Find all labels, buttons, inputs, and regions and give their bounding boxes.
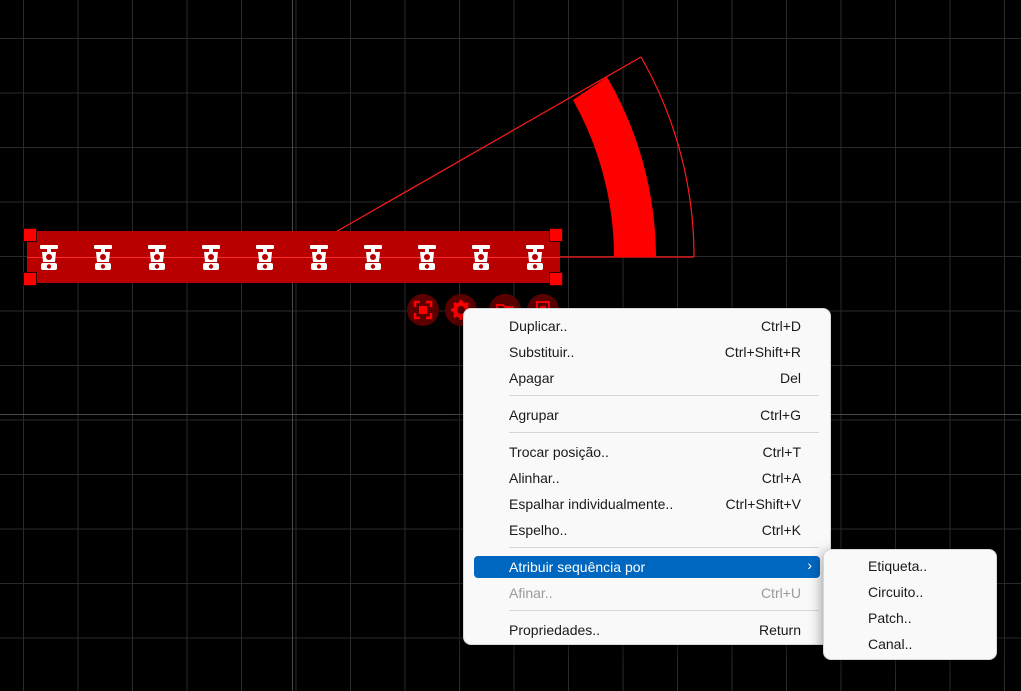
menu-item-atribuir-sequencia[interactable]: Atribuir sequência por ›: [474, 556, 820, 578]
menu-item-afinar[interactable]: Afinar.. Ctrl+U: [474, 582, 820, 604]
resize-handle-bottom-right[interactable]: [549, 272, 563, 286]
menu-item-label: Espalhar individualmente..: [509, 496, 674, 512]
menu-item-label: Afinar..: [509, 585, 553, 601]
menu-item-label: Substituir..: [509, 344, 575, 360]
resize-handle-top-left[interactable]: [23, 228, 37, 242]
menu-item-duplicar[interactable]: Duplicar.. Ctrl+D: [474, 315, 820, 337]
menu-item-label: Propriedades..: [509, 622, 601, 638]
moving-head-fixture-icon[interactable]: [146, 244, 168, 272]
context-menu: Duplicar.. Ctrl+D Substituir.. Ctrl+Shif…: [463, 308, 831, 645]
menu-item-espelho[interactable]: Espelho.. Ctrl+K: [474, 519, 820, 541]
menu-item-trocar-posicao[interactable]: Trocar posição.. Ctrl+T: [474, 441, 820, 463]
menu-item-label: Alinhar..: [509, 470, 560, 486]
menu-item-alinhar[interactable]: Alinhar.. Ctrl+A: [474, 467, 820, 489]
submenu-item-label: Patch..: [868, 610, 912, 626]
submenu-item-label: Circuito..: [868, 584, 924, 600]
submenu: Etiqueta.. Circuito.. Patch.. Canal..: [823, 549, 997, 660]
submenu-item-canal[interactable]: Canal..: [824, 633, 996, 655]
menu-item-label: Espelho..: [509, 522, 568, 538]
menu-item-label: Trocar posição..: [509, 444, 609, 460]
menu-item-shortcut: Ctrl+Shift+R: [724, 344, 801, 360]
menu-item-shortcut: Ctrl+U: [760, 585, 801, 601]
menu-item-shortcut: Ctrl+K: [761, 522, 801, 538]
menu-item-label: Agrupar: [509, 407, 559, 423]
moving-head-fixture-icon[interactable]: [200, 244, 222, 272]
menu-item-substituir[interactable]: Substituir.. Ctrl+Shift+R: [474, 341, 820, 363]
menu-item-shortcut: Ctrl+Shift+V: [725, 496, 801, 512]
moving-head-fixture-icon[interactable]: [470, 244, 492, 272]
menu-item-shortcut: Ctrl+A: [761, 470, 801, 486]
menu-item-label: Apagar: [509, 370, 555, 386]
submenu-item-etiqueta[interactable]: Etiqueta..: [824, 555, 996, 577]
menu-item-label: Duplicar..: [509, 318, 568, 334]
chevron-right-icon: ›: [807, 557, 812, 573]
menu-item-label: Atribuir sequência por: [509, 559, 646, 575]
menu-item-shortcut: Ctrl+D: [760, 318, 801, 334]
menu-separator: [509, 432, 819, 433]
moving-head-fixture-icon[interactable]: [524, 244, 546, 272]
menu-item-apagar[interactable]: Apagar Del: [474, 367, 820, 389]
fit-selection-icon: [413, 300, 433, 320]
menu-separator: [509, 547, 819, 548]
submenu-item-patch[interactable]: Patch..: [824, 607, 996, 629]
submenu-item-label: Etiqueta..: [868, 558, 928, 574]
submenu-item-circuito[interactable]: Circuito..: [824, 581, 996, 603]
moving-head-fixture-icon[interactable]: [254, 244, 276, 272]
moving-head-fixture-icon[interactable]: [416, 244, 438, 272]
menu-item-shortcut: Ctrl+T: [762, 444, 802, 460]
menu-separator: [509, 610, 819, 611]
resize-handle-top-right[interactable]: [549, 228, 563, 242]
fixture-bar[interactable]: [27, 231, 560, 283]
moving-head-fixture-icon[interactable]: [308, 244, 330, 272]
fit-selection-button[interactable]: [407, 294, 439, 326]
moving-head-fixture-icon[interactable]: [362, 244, 384, 272]
menu-item-propriedades[interactable]: Propriedades.. Return: [474, 619, 820, 641]
menu-item-agrupar[interactable]: Agrupar Ctrl+G: [474, 404, 820, 426]
menu-item-espalhar-individualmente[interactable]: Espalhar individualmente.. Ctrl+Shift+V: [474, 493, 820, 515]
menu-item-shortcut: Del: [779, 370, 801, 386]
menu-item-shortcut: Ctrl+G: [760, 407, 801, 423]
menu-separator: [509, 395, 819, 396]
menu-item-shortcut: Return: [758, 622, 801, 638]
moving-head-fixture-icon[interactable]: [92, 244, 114, 272]
moving-head-fixture-icon[interactable]: [38, 244, 60, 272]
submenu-item-label: Canal..: [868, 636, 913, 652]
resize-handle-bottom-left[interactable]: [23, 272, 37, 286]
